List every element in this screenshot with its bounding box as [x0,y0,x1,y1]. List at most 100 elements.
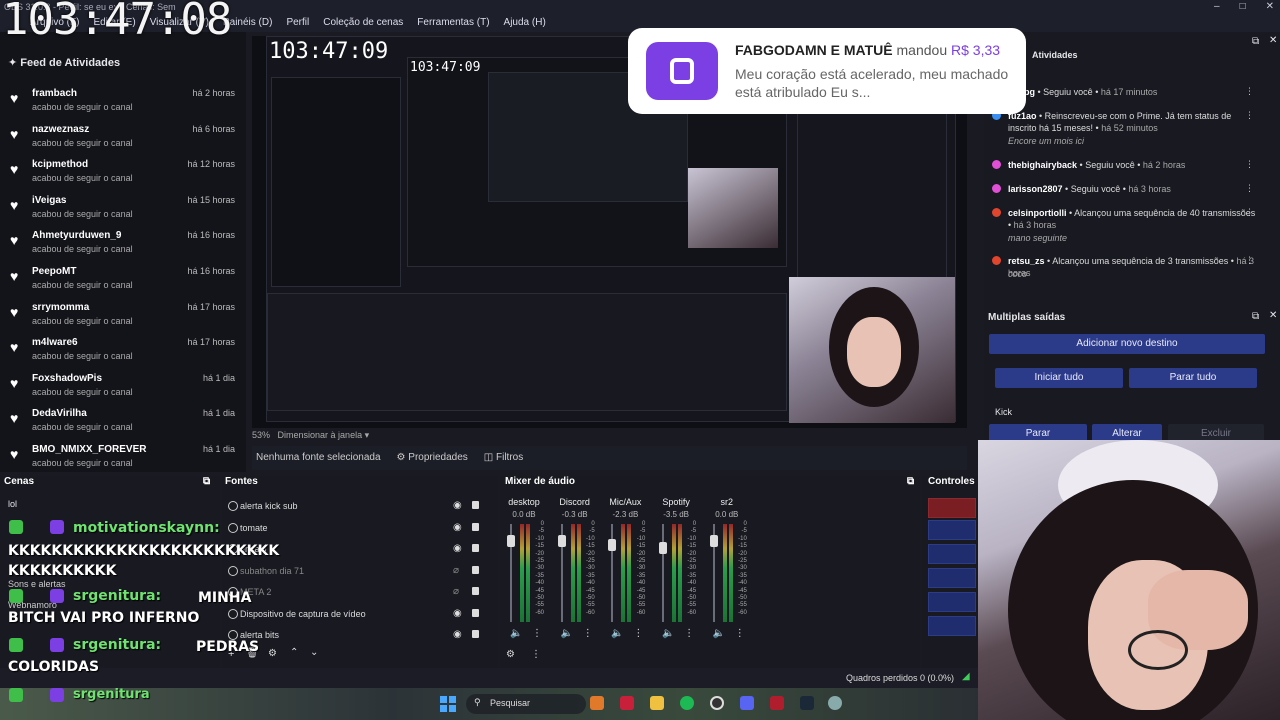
visibility-eye-icon[interactable]: ◉ [453,500,462,511]
menu-tools[interactable]: Ferramentas (T) [417,17,489,32]
heart-icon: ♥ [10,374,19,391]
source-item[interactable]: META 2 ⌀ [224,583,492,603]
control-button[interactable] [928,616,976,636]
feed-time: há 16 horas [187,230,235,241]
stop-all-button[interactable]: Parar tudo [1129,368,1257,388]
speaker-icon[interactable]: 🔈 [510,628,522,639]
move-up-icon[interactable]: ⌃ [290,647,298,658]
properties-button[interactable]: ⚙ Propriedades [397,452,468,464]
lock-icon[interactable] [472,544,479,552]
volume-fader-knob[interactable] [507,534,515,547]
meter-tick: -45 [687,587,697,594]
activity-menu-icon[interactable]: ⋮ [1245,110,1254,121]
channel-menu-icon[interactable]: ⋮ [583,628,593,639]
close-icon[interactable]: ✕ [1266,1,1274,12]
windows-start-icon[interactable] [440,696,456,712]
lock-icon[interactable] [472,630,479,638]
multi-close-icon[interactable]: ✕ [1269,310,1277,321]
mixer-menu-icon[interactable]: ⋮ [531,649,541,660]
menu-help[interactable]: Ajuda (H) [504,17,546,32]
maximize-icon[interactable]: □ [1240,1,1246,12]
volume-fader-track[interactable] [662,524,665,622]
hidden-eye-icon[interactable]: ⌀ [453,565,459,576]
menu-profile[interactable]: Perfil [286,17,309,32]
zoom-level[interactable]: 53% [252,430,270,440]
source-item[interactable]: alerta kick sub ◉ [224,497,492,517]
meter-tick: -50 [586,595,595,602]
taskbar-app-icon[interactable] [590,696,604,710]
control-button[interactable] [928,544,976,564]
gear-icon[interactable]: ⚙ [268,648,277,659]
feed-item: ♥ frambach há 2 horas acabou de seguir o ca… [0,86,246,122]
taskbar-app-icon[interactable] [620,696,634,710]
scene-item[interactable]: lol [8,499,17,509]
control-button[interactable] [928,568,976,588]
channel-menu-icon[interactable]: ⋮ [684,628,694,639]
multi-undock-icon[interactable]: ⧉ [1252,311,1259,322]
activity-dock-title: Atividades [1032,50,1078,60]
activity-type-icon [992,208,1001,217]
activity-menu-icon[interactable]: ⋮ [1245,183,1254,194]
taskbar-search[interactable]: ⚲ Pesquisar [466,694,586,714]
move-down-icon[interactable]: ⌄ [310,647,318,658]
filters-button[interactable]: ◫ Filtros [484,452,523,464]
lock-icon[interactable] [472,501,479,509]
control-button[interactable] [928,520,976,540]
meter-tick: -55 [586,602,595,609]
channel-menu-icon[interactable]: ⋮ [633,628,643,639]
controls-header: Controles [928,476,975,487]
volume-fader-knob[interactable] [608,539,617,551]
activity-text: fuz1ao • Reinscreveu-se com o Prime. Já … [1008,111,1232,133]
scenes-undock-icon[interactable]: ⧉ [203,476,210,492]
visibility-eye-icon[interactable]: ◉ [453,608,462,619]
lock-icon[interactable] [472,522,479,531]
channel-menu-icon[interactable]: ⋮ [532,628,542,639]
lock-icon[interactable] [472,565,479,574]
mixer-undock-icon[interactable]: ⧉ [907,476,914,492]
activity-menu-icon[interactable]: ⋮ [1245,255,1254,266]
webcam-glasses [1128,630,1188,670]
control-button[interactable] [928,592,976,612]
source-item[interactable]: tomate ◉ [224,519,492,539]
visibility-eye-icon[interactable]: ◉ [453,543,462,554]
minimize-icon[interactable]: – [1214,1,1220,12]
speaker-icon[interactable]: 🔈 [713,628,725,639]
discord-icon[interactable] [740,696,754,710]
activity-menu-icon[interactable]: ⋮ [1245,207,1254,218]
source-item[interactable]: Dispositivo de captura de vídeo ◉ [224,605,492,625]
feed-item: ♥ nazweznasz há 6 horas acabou de seguir o … [0,122,246,158]
lock-icon[interactable] [472,608,479,617]
activity-menu-icon[interactable]: ⋮ [1245,159,1254,170]
meter-tick: -20 [535,550,544,557]
start-all-button[interactable]: Iniciar tudo [995,368,1123,388]
start-streaming-control[interactable] [928,498,976,518]
taskbar-app-icon[interactable] [770,696,784,710]
menu-scene-collection[interactable]: Coleção de cenas [323,17,403,32]
mixer-channel: Discord -0.3 dB [551,497,599,519]
speaker-icon[interactable]: 🔈 [611,628,623,639]
speaker-icon[interactable]: 🔈 [662,628,674,639]
channel-menu-icon[interactable]: ⋮ [735,628,745,639]
feed-user-name: BMO_NMIXX_FOREVER [32,444,147,455]
visibility-eye-icon[interactable]: ◉ [453,522,462,533]
volume-fader-knob[interactable] [659,542,668,554]
dock-close-icon[interactable]: ✕ [1269,35,1277,46]
visibility-eye-icon[interactable]: ◉ [453,629,462,640]
obs-icon[interactable] [710,696,724,710]
steam-icon[interactable] [800,696,814,710]
add-destination-button[interactable]: Adicionar novo destino [989,334,1265,354]
volume-fader-knob[interactable] [709,534,718,547]
hidden-eye-icon[interactable]: ⌀ [453,586,459,597]
volume-fader-knob[interactable] [557,534,566,547]
source-item[interactable]: alerta bits ◉ [224,626,492,646]
undock-icon[interactable]: ⧉ [1252,36,1259,47]
taskbar-app-icon[interactable] [828,696,842,710]
activity-menu-icon[interactable]: ⋮ [1245,86,1254,97]
speaker-icon[interactable]: 🔈 [561,628,573,639]
folder-icon[interactable] [650,696,664,710]
mixer-settings-icon[interactable]: ⚙ [506,649,515,660]
spotify-icon[interactable] [680,696,694,710]
lock-icon[interactable] [472,587,479,595]
heart-icon: ♥ [10,339,19,356]
resize-mode[interactable]: Dimensionar à janela [278,430,363,440]
